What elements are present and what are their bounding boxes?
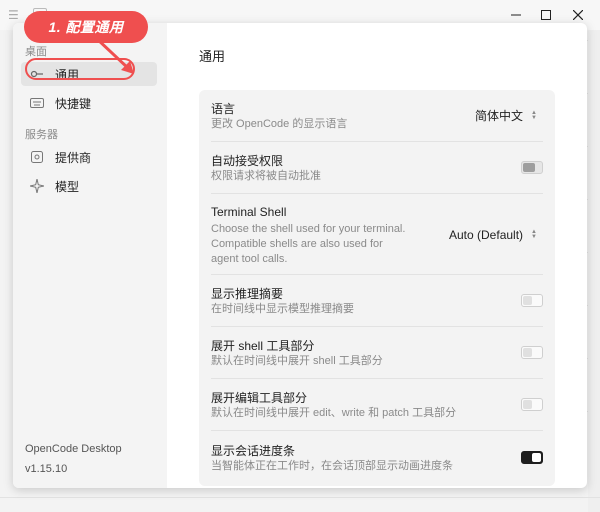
settings-dialog: 桌面 通用 快捷键 服务器 提供商 模型 OpenCode Desktop v1… bbox=[13, 23, 587, 488]
setting-terminal-shell: Terminal Shell Choose the shell used for… bbox=[211, 194, 543, 275]
terminal-shell-select[interactable]: Auto (Default) ▲ ▼ bbox=[449, 228, 537, 242]
sidebar-item-models[interactable]: 模型 bbox=[21, 174, 157, 198]
select-value: Auto (Default) bbox=[449, 228, 524, 242]
setting-title: 自动接受权限 bbox=[211, 154, 284, 168]
setting-title: 展开编辑工具部分 bbox=[211, 391, 308, 405]
sidebar-item-shortcuts[interactable]: 快捷键 bbox=[21, 91, 157, 115]
background-divider bbox=[0, 497, 600, 498]
setting-description: 在时间线中显示模型推理摘要 bbox=[211, 303, 354, 315]
setting-description: 权限请求将被自动批准 bbox=[211, 170, 321, 182]
setting-progress-bar: 显示会话进度条 当智能体正在工作时，在会话顶部显示动画进度条 bbox=[211, 431, 543, 486]
settings-sidebar: 桌面 通用 快捷键 服务器 提供商 模型 OpenCode Desktop v1… bbox=[13, 23, 167, 488]
setting-auto-accept: 自动接受权限 权限请求将被自动批准 bbox=[211, 142, 543, 194]
setting-expand-shell: 展开 shell 工具部分 默认在时间线中展开 shell 工具部分 bbox=[211, 327, 543, 379]
menu-icon[interactable]: ☰ bbox=[8, 8, 19, 22]
reasoning-summary-toggle[interactable] bbox=[521, 294, 543, 307]
setting-description: 更改 OpenCode 的显示语言 bbox=[211, 118, 348, 130]
setting-expand-edit: 展开编辑工具部分 默认在时间线中展开 edit、write 和 patch 工具… bbox=[211, 379, 543, 431]
keyboard-icon bbox=[30, 96, 44, 110]
annotation-highlight-ring bbox=[25, 58, 135, 80]
setting-reasoning-summary: 显示推理摘要 在时间线中显示模型推理摘要 bbox=[211, 275, 543, 327]
sidebar-item-label: 模型 bbox=[55, 179, 80, 194]
progress-bar-toggle[interactable] bbox=[521, 451, 543, 464]
setting-description: 当智能体正在工作时，在会话顶部显示动画进度条 bbox=[211, 460, 453, 472]
background-panel bbox=[588, 30, 600, 512]
settings-main: 通用 语言 更改 OpenCode 的显示语言 简体中文 ▲ ▼ 自动接受权限 权… bbox=[167, 23, 587, 488]
sidebar-item-providers[interactable]: 提供商 bbox=[21, 145, 157, 169]
expand-shell-toggle[interactable] bbox=[521, 346, 543, 359]
setting-language: 语言 更改 OpenCode 的显示语言 简体中文 ▲ ▼ bbox=[211, 90, 543, 142]
setting-description: Choose the shell used for your terminal.… bbox=[211, 223, 406, 265]
setting-description: 默认在时间线中展开 shell 工具部分 bbox=[211, 355, 383, 367]
page-title: 通用 bbox=[199, 49, 226, 64]
setting-title: 显示会话进度条 bbox=[211, 444, 296, 458]
sidebar-section-server: 服务器 bbox=[25, 129, 58, 141]
minimize-button[interactable] bbox=[506, 6, 526, 24]
sidebar-item-label: 提供商 bbox=[55, 150, 92, 165]
setting-title: 显示推理摘要 bbox=[211, 287, 284, 301]
setting-title: 语言 bbox=[211, 102, 236, 116]
sparkle-icon bbox=[30, 179, 44, 193]
maximize-button[interactable] bbox=[536, 6, 556, 24]
setting-title: Terminal Shell bbox=[211, 205, 287, 219]
chevron-updown-icon: ▲ ▼ bbox=[531, 229, 537, 240]
language-select[interactable]: 简体中文 ▲ ▼ bbox=[475, 107, 537, 124]
app-version: v1.15.10 bbox=[25, 463, 68, 475]
annotation-label: 1. 配置通用 bbox=[24, 11, 148, 43]
expand-edit-toggle[interactable] bbox=[521, 398, 543, 411]
sidebar-item-label: 快捷键 bbox=[55, 96, 92, 111]
maximize-icon bbox=[541, 10, 551, 20]
minimize-icon bbox=[511, 14, 521, 16]
sidebar-section-desktop: 桌面 bbox=[25, 46, 47, 58]
select-value: 简体中文 bbox=[475, 109, 524, 123]
auto-accept-toggle[interactable] bbox=[521, 161, 543, 174]
chevron-updown-icon: ▲ ▼ bbox=[531, 109, 537, 121]
settings-card: 语言 更改 OpenCode 的显示语言 简体中文 ▲ ▼ 自动接受权限 权限请求… bbox=[199, 90, 555, 486]
setting-description: 默认在时间线中展开 edit、write 和 patch 工具部分 bbox=[211, 407, 457, 419]
provider-icon bbox=[30, 150, 44, 164]
close-icon bbox=[573, 10, 583, 20]
close-button[interactable] bbox=[568, 6, 588, 24]
app-name: OpenCode Desktop bbox=[25, 443, 122, 455]
setting-title: 展开 shell 工具部分 bbox=[211, 339, 315, 353]
